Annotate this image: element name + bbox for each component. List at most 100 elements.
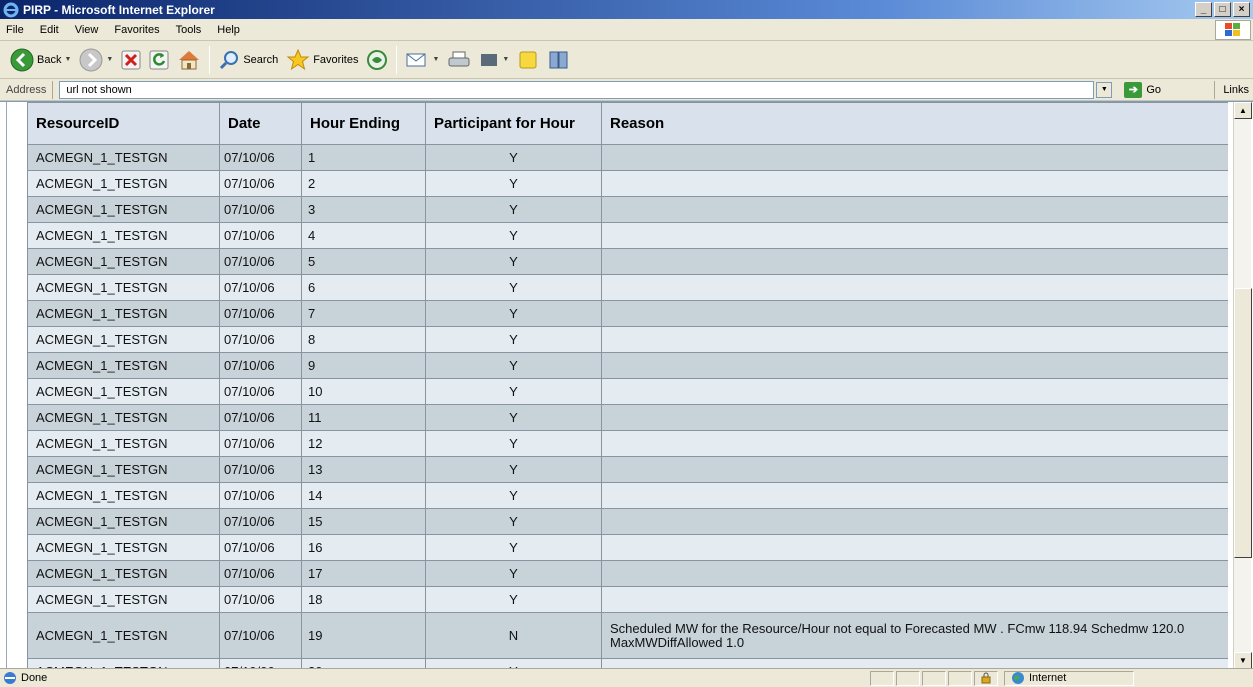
menu-bar: File Edit View Favorites Tools Help [0,19,1253,41]
menu-file[interactable]: File [0,24,32,36]
status-cell [896,670,920,686]
cell-date: 07/10/06 [219,508,302,535]
header-resourceid[interactable]: ResourceID [27,102,220,145]
table-row: ACMEGN_1_TESTGN 07/10/06 1 Y [27,144,1228,171]
forward-arrow-icon [79,48,103,71]
cell-hour-ending: 17 [301,560,426,587]
links-button[interactable]: Links [1214,81,1249,99]
cell-resourceid: ACMEGN_1_TESTGN [27,612,220,659]
header-participant[interactable]: Participant for Hour [425,102,602,145]
back-button[interactable]: Back ▼ [6,45,75,75]
cell-resourceid: ACMEGN_1_TESTGN [27,482,220,509]
mail-icon [406,53,426,66]
edit-page-icon [481,53,498,66]
cell-reason [601,508,1228,535]
cell-hour-ending: 15 [301,508,426,535]
cell-reason [601,248,1228,275]
search-label: Search [243,53,279,66]
table-row: ACMEGN_1_TESTGN 07/10/06 7 Y [27,300,1228,327]
forward-button[interactable]: ▼ [75,45,117,75]
menu-help[interactable]: Help [209,24,248,36]
print-button[interactable] [443,45,475,75]
cell-date: 07/10/06 [219,534,302,561]
close-button[interactable]: × [1233,2,1250,17]
toolbar-separator [396,45,398,74]
cell-hour-ending: 12 [301,430,426,457]
cell-reason [601,482,1228,509]
cell-date: 07/10/06 [219,274,302,301]
minimize-button[interactable]: _ [1195,2,1212,17]
research-icon [549,51,568,68]
cell-hour-ending: 5 [301,248,426,275]
cell-resourceid: ACMEGN_1_TESTGN [27,196,220,223]
cell-resourceid: ACMEGN_1_TESTGN [27,326,220,353]
refresh-button[interactable] [145,45,173,75]
home-icon [179,50,200,69]
cell-resourceid: ACMEGN_1_TESTGN [27,560,220,587]
vertical-scrollbar[interactable]: ▲ ▼ [1233,102,1252,669]
header-reason[interactable]: Reason [601,102,1228,145]
discuss-button[interactable] [513,45,543,75]
printer-icon [448,51,470,66]
back-dropdown-icon[interactable]: ▼ [64,56,71,63]
cell-reason [601,274,1228,301]
media-button[interactable] [362,45,392,75]
cell-participant: Y [425,352,602,379]
cell-hour-ending: 4 [301,222,426,249]
search-icon [220,50,239,69]
scroll-up-button[interactable]: ▲ [1234,102,1252,119]
cell-resourceid: ACMEGN_1_TESTGN [27,430,220,457]
cell-reason [601,300,1228,327]
cell-hour-ending: 18 [301,586,426,613]
menu-tools[interactable]: Tools [168,24,210,36]
table-row: ACMEGN_1_TESTGN 07/10/06 10 Y [27,378,1228,405]
stop-button[interactable] [117,45,145,75]
cell-hour-ending: 11 [301,404,426,431]
address-bar: Address url not shown ▼ ➔ Go Links [0,79,1253,101]
cell-reason [601,586,1228,613]
header-hour-ending[interactable]: Hour Ending [301,102,426,145]
cell-resourceid: ACMEGN_1_TESTGN [27,456,220,483]
header-date[interactable]: Date [219,102,302,145]
cell-date: 07/10/06 [219,560,302,587]
cell-reason [601,326,1228,353]
address-input[interactable]: url not shown [59,80,1095,99]
forward-dropdown-icon[interactable]: ▼ [106,56,113,63]
cell-resourceid: ACMEGN_1_TESTGN [27,508,220,535]
table-row: ACMEGN_1_TESTGN 07/10/06 19 N Scheduled MW f… [27,612,1228,659]
edit-dropdown-icon[interactable]: ▼ [502,56,509,63]
stop-icon [121,50,141,69]
table-row: ACMEGN_1_TESTGN 07/10/06 4 Y [27,222,1228,249]
menu-favorites[interactable]: Favorites [106,24,167,36]
favorites-label: Favorites [313,53,359,66]
menu-view[interactable]: View [67,24,107,36]
edit-button[interactable]: ▼ [475,45,513,75]
note-icon [519,51,537,68]
menu-edit[interactable]: Edit [32,24,67,36]
cell-date: 07/10/06 [219,196,302,223]
cell-hour-ending: 10 [301,378,426,405]
security-zone[interactable]: Internet [1004,670,1134,686]
go-button[interactable]: ➔ Go [1120,81,1165,98]
favorites-button[interactable]: Favorites [282,45,362,75]
search-button[interactable]: Search [214,45,282,75]
cell-date: 07/10/06 [219,170,302,197]
home-button[interactable] [173,45,205,75]
mail-button[interactable]: ▼ [401,45,443,75]
messenger-button[interactable] [543,45,575,75]
address-dropdown-icon[interactable]: ▼ [1096,81,1113,98]
scroll-down-button[interactable]: ▼ [1234,652,1252,669]
status-cell [922,670,946,686]
media-icon [367,49,388,70]
cell-reason [601,170,1228,197]
scroll-thumb[interactable] [1234,288,1252,558]
mail-dropdown-icon[interactable]: ▼ [432,56,439,63]
cell-reason [601,144,1228,171]
ie-logo-icon [3,2,19,17]
cell-hour-ending: 8 [301,326,426,353]
cell-reason [601,378,1228,405]
maximize-button[interactable]: □ [1214,2,1231,17]
back-label: Back [37,53,62,66]
cell-participant: Y [425,508,602,535]
cell-participant: Y [425,430,602,457]
